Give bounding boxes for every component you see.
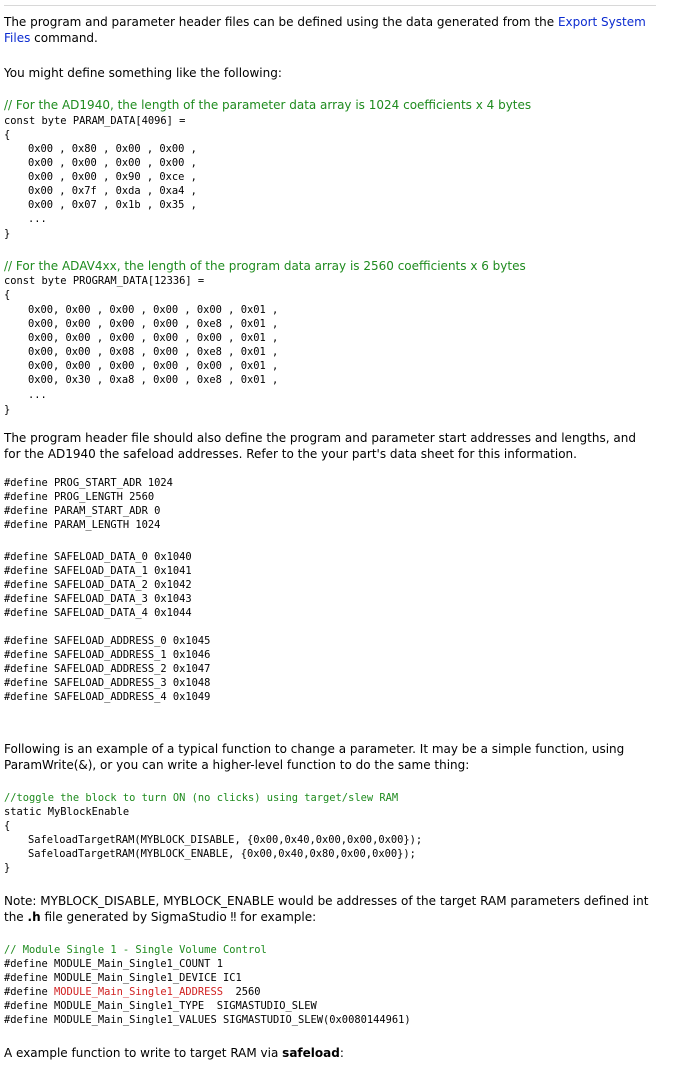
program-row: 0x00, 0x00 , 0x00 , 0x00 , 0x00 , 0x01 , — [28, 304, 279, 316]
define-line: #define SAFELOAD_ADDRESS_2 0x1047 — [4, 663, 211, 675]
param-row: 0x00 , 0x00 , 0x00 , 0x00 , — [28, 157, 197, 169]
program-row: 0x00, 0x00 , 0x00 , 0x00 , 0xe8 , 0x01 , — [28, 318, 279, 330]
program-row: 0x00, 0x00 , 0x00 , 0x00 , 0x00 , 0x01 , — [28, 360, 279, 372]
define-line: #define SAFELOAD_ADDRESS_3 0x1048 — [4, 677, 211, 689]
define-line: #define PARAM_LENGTH 1024 — [4, 519, 161, 531]
param-declaration: const byte PARAM_DATA[4096] = — [4, 115, 186, 127]
define-line: #define PROG_LENGTH 2560 — [4, 491, 155, 503]
note-bold: .h — [27, 910, 41, 924]
top-divider — [4, 5, 656, 6]
define-line: #define PARAM_START_ADR 0 — [4, 505, 161, 517]
define-line: #define SAFELOAD_ADDRESS_4 0x1049 — [4, 691, 211, 703]
module-define: #define MODULE_Main_Single1_COUNT 1 — [4, 958, 223, 970]
param-row: 0x00 , 0x80 , 0x00 , 0x00 , — [28, 143, 197, 155]
toggle-declaration: static MyBlockEnable — [4, 806, 130, 818]
intro-text-end: command. — [30, 31, 98, 45]
program-comment: // For the ADAV4xx, the length of the pr… — [4, 259, 526, 273]
header-paragraph: The program header file should also defi… — [4, 431, 636, 461]
toggle-comment: //toggle the block to turn ON (no clicks… — [4, 792, 399, 804]
define-line: #define SAFELOAD_DATA_1 0x1041 — [4, 565, 192, 577]
intro-text: The program and parameter header files c… — [4, 15, 558, 29]
module-comment: // Module Single 1 - Single Volume Contr… — [4, 944, 267, 956]
note-paragraph: Note: MYBLOCK_DISABLE, MYBLOCK_ENABLE wo… — [4, 893, 656, 925]
param-comment: // For the AD1940, the length of the par… — [4, 98, 532, 112]
param-close-brace: } — [4, 228, 11, 240]
toggle-open-brace: { — [4, 820, 11, 832]
toggle-line: SafeloadTargetRAM(MYBLOCK_ENABLE, {0x00,… — [28, 848, 416, 860]
define-line: #define SAFELOAD_DATA_4 0x1044 — [4, 607, 192, 619]
param-row: 0x00 , 0x7f , 0xda , 0xa4 , — [28, 185, 197, 197]
define-line: #define SAFELOAD_DATA_3 0x1043 — [4, 593, 192, 605]
note-text-end: file generated by SigmaStudio ‼ for exam… — [40, 910, 317, 924]
intro-paragraph: The program and parameter header files c… — [4, 14, 656, 46]
program-close-brace: } — [4, 404, 11, 416]
address-value: 2560 — [222, 986, 261, 998]
define-line: #define SAFELOAD_DATA_0 0x1040 — [4, 551, 192, 563]
param-row: 0x00 , 0x07 , 0x1b , 0x35 , — [28, 199, 197, 211]
program-row: 0x00, 0x00 , 0x00 , 0x00 , 0x00 , 0x01 , — [28, 332, 279, 344]
define-line: #define PROG_START_ADR 1024 — [4, 477, 173, 489]
module-define: #define MODULE_Main_Single1_DEVICE IC1 — [4, 972, 242, 984]
final-colon: : — [339, 1046, 344, 1060]
program-row: 0x00, 0x00 , 0x08 , 0x00 , 0xe8 , 0x01 , — [28, 346, 279, 358]
toggle-close-brace: } — [4, 862, 11, 874]
highlighted-address-name: MODULE_Main_Single1_ADDRESS — [54, 986, 223, 998]
lead-paragraph: You might define something like the foll… — [4, 66, 282, 80]
define-line: #define SAFELOAD_DATA_2 0x1042 — [4, 579, 192, 591]
toggle-line: SafeloadTargetRAM(MYBLOCK_DISABLE, {0x00… — [28, 834, 423, 846]
program-open-brace: { — [4, 289, 11, 301]
final-text: A example function to write to target RA… — [4, 1046, 283, 1060]
define-keyword: #define — [4, 986, 55, 998]
define-line: #define SAFELOAD_ADDRESS_1 0x1046 — [4, 649, 211, 661]
module-define-address: #define MODULE_Main_Single1_ADDRESS 2560 — [4, 985, 656, 999]
program-row: 0x00, 0x30 , 0xa8 , 0x00 , 0xe8 , 0x01 , — [28, 374, 279, 386]
param-ellipsis: ... — [28, 213, 47, 225]
module-define: #define MODULE_Main_Single1_VALUES SIGMA… — [4, 1014, 411, 1026]
following-paragraph: Following is an example of a typical fun… — [4, 742, 625, 772]
final-paragraph: A example function to write to target RA… — [4, 1045, 656, 1061]
module-define: #define MODULE_Main_Single1_TYPE SIGMAST… — [4, 1000, 317, 1012]
final-bold: safeload — [282, 1046, 340, 1060]
param-open-brace: { — [4, 129, 11, 141]
program-declaration: const byte PROGRAM_DATA[12336] = — [4, 275, 205, 287]
define-line: #define SAFELOAD_ADDRESS_0 0x1045 — [4, 635, 211, 647]
param-row: 0x00 , 0x00 , 0x90 , 0xce , — [28, 171, 197, 183]
program-ellipsis: ... — [28, 389, 47, 401]
